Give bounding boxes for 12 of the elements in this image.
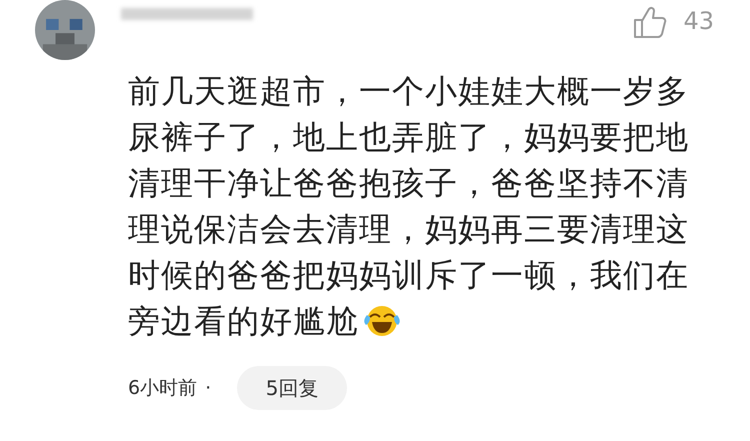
replies-button[interactable]: 5回复 bbox=[237, 366, 348, 410]
comment-text-line: 前几天逛超市，一个小娃娃大概一岁多 bbox=[128, 71, 689, 112]
laughing-emoji-icon bbox=[361, 303, 401, 339]
thumbs-up-icon[interactable] bbox=[633, 5, 668, 39]
comment-text-line: 理说保洁会去清理，妈妈再三要清理这 bbox=[128, 209, 689, 250]
comment-text-line: 尿裤子了，地上也弄脏了，妈妈要把地 bbox=[128, 117, 689, 158]
separator-dot: · bbox=[205, 377, 212, 399]
comment-text-line: 清理干净让爸爸抱孩子，爸爸坚持不清 bbox=[128, 163, 689, 204]
comment-text-line: 旁边看的好尴尬 bbox=[128, 301, 359, 342]
timestamp: 6小时前 bbox=[128, 376, 198, 401]
comment-text-line: 时候的爸爸把妈妈训斥了一顿，我们在 bbox=[128, 255, 689, 296]
like-count: 43 bbox=[683, 6, 714, 36]
